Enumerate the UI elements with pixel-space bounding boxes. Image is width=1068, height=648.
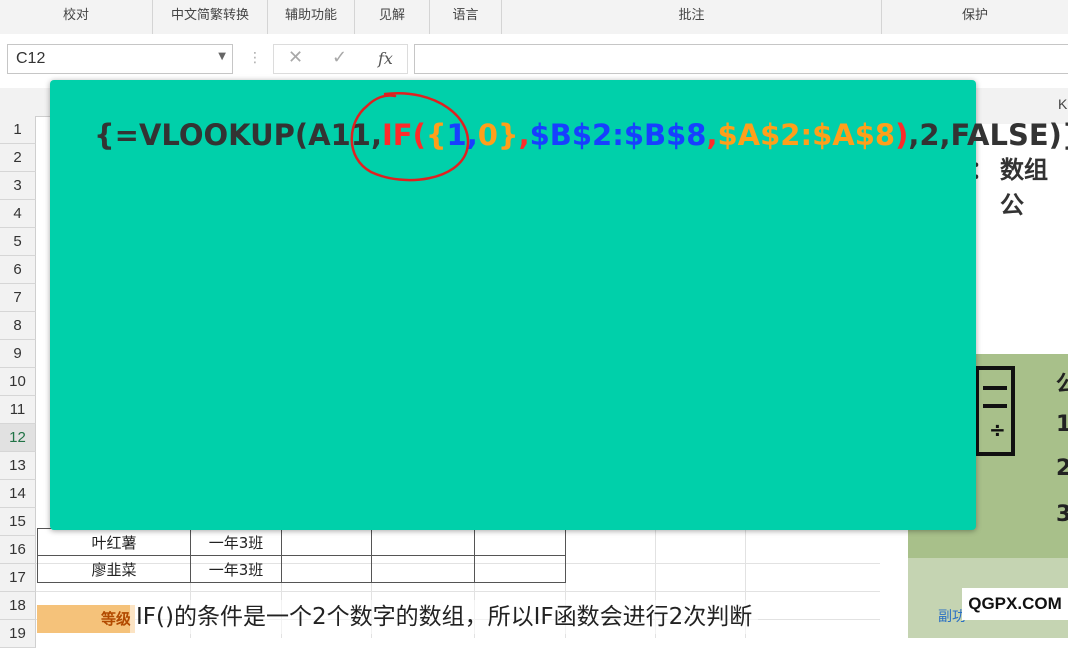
note-list-number: 3 bbox=[1056, 502, 1068, 527]
array-formula-text: {=VLOOKUP(A11,IF({1,0},$B$2:$B$8,$A$2:$A… bbox=[94, 118, 1068, 152]
ribbon-group-bar: 校对 中文简繁转换 辅助功能 见解 语言 批注 保护 bbox=[0, 0, 1068, 35]
cell-empty[interactable] bbox=[474, 528, 566, 556]
cell-class-r17[interactable]: 一年3班 bbox=[190, 555, 282, 583]
row-header-10[interactable]: 10 bbox=[0, 368, 36, 396]
note-list-number: 1 bbox=[1056, 412, 1068, 437]
formula-explanation-card: {=VLOOKUP(A11,IF({1,0},$B$2:$B$8,$A$2:$A… bbox=[50, 80, 1068, 530]
cell-empty[interactable] bbox=[281, 555, 372, 583]
row-header-7[interactable]: 7 bbox=[0, 284, 36, 312]
formula-part: $A$2:$A$8 bbox=[717, 118, 896, 152]
calculator-icon: ÷ bbox=[975, 366, 1015, 456]
formula-part: } bbox=[497, 118, 519, 152]
row-header-13[interactable]: 13 bbox=[0, 452, 36, 480]
cell-empty[interactable] bbox=[371, 555, 475, 583]
row-header-14[interactable]: 14 bbox=[0, 480, 36, 508]
enter-icon[interactable]: ✓ bbox=[332, 47, 347, 68]
cell-name-r16[interactable]: 叶红薯 bbox=[37, 528, 191, 556]
insert-function-icon[interactable]: fx bbox=[378, 49, 393, 68]
formula-part: IF( bbox=[381, 118, 426, 152]
formula-part: 0 bbox=[477, 118, 498, 152]
note-panel-heading: 公 bbox=[1056, 372, 1068, 397]
ribbon-group-chinese-conversion[interactable]: 中文简繁转换 bbox=[153, 0, 268, 34]
cell-class-r16[interactable]: 一年3班 bbox=[190, 528, 282, 556]
ribbon-group-insights[interactable]: 见解 bbox=[355, 0, 430, 34]
row-header-5[interactable]: 5 bbox=[0, 228, 36, 256]
row-header-16[interactable]: 16 bbox=[0, 536, 36, 564]
video-subtitle: IF()的条件是一个2个数字的数组，所以IF函数会进行2次判断 bbox=[130, 600, 759, 634]
cell-empty[interactable] bbox=[281, 528, 372, 556]
formula-part: , bbox=[706, 118, 718, 152]
ribbon-group-language[interactable]: 语言 bbox=[430, 0, 502, 34]
row-header-9[interactable]: 9 bbox=[0, 340, 36, 368]
cell-name-r17[interactable]: 廖韭菜 bbox=[37, 555, 191, 583]
row-header-8[interactable]: 8 bbox=[0, 312, 36, 340]
formula-part: ,2,FALSE)} bbox=[908, 118, 1068, 152]
row-header-6[interactable]: 6 bbox=[0, 256, 36, 284]
row-header-18[interactable]: 18 bbox=[0, 592, 36, 620]
formula-part: ) bbox=[895, 118, 909, 152]
cell-empty[interactable] bbox=[371, 528, 475, 556]
row-header-15[interactable]: 15 bbox=[0, 508, 36, 536]
row-header-19[interactable]: 19 bbox=[0, 620, 36, 648]
row-header-17[interactable]: 17 bbox=[0, 564, 36, 592]
formula-input[interactable] bbox=[414, 44, 1068, 74]
row-header-3[interactable]: 3 bbox=[0, 172, 36, 200]
formula-part: {=VLOOKUP(A11, bbox=[94, 118, 382, 152]
row-header-11[interactable]: 11 bbox=[0, 396, 36, 424]
row-header-2[interactable]: 2 bbox=[0, 144, 36, 172]
cell-grade-header[interactable]: 等级 bbox=[37, 605, 135, 633]
note-list-number: 2 bbox=[1056, 456, 1068, 481]
name-box[interactable]: C12 ▼ bbox=[7, 44, 233, 74]
row-header-4[interactable]: 4 bbox=[0, 200, 36, 228]
formula-part: , bbox=[518, 118, 530, 152]
chevron-down-icon[interactable]: ▼ bbox=[218, 51, 226, 62]
ribbon-group-protect[interactable]: 保护 bbox=[882, 0, 1068, 34]
site-watermark: QGPX.COM bbox=[962, 588, 1068, 620]
row-header-12[interactable]: 12 bbox=[0, 424, 36, 452]
gridline bbox=[36, 591, 880, 592]
name-box-value: C12 bbox=[16, 50, 46, 67]
drag-handle-icon[interactable]: ⋮ bbox=[248, 50, 262, 66]
ribbon-group-comments[interactable]: 批注 bbox=[502, 0, 882, 34]
formula-part: $B$2:$B$8 bbox=[529, 118, 707, 152]
ribbon-group-accessibility[interactable]: 辅助功能 bbox=[268, 0, 355, 34]
column-header-k[interactable]: K bbox=[1058, 96, 1067, 112]
formula-buttons: ✕ ✓ fx bbox=[273, 44, 408, 74]
cell-empty[interactable] bbox=[474, 555, 566, 583]
ribbon-group-proofing[interactable]: 校对 bbox=[0, 0, 153, 34]
formula-part: , bbox=[466, 118, 478, 152]
formula-part: 1 bbox=[446, 118, 467, 152]
formula-part: { bbox=[425, 118, 447, 152]
cancel-icon[interactable]: ✕ bbox=[288, 47, 303, 68]
row-header-1[interactable]: 1 bbox=[0, 116, 36, 144]
note-panel-title: 数组公 bbox=[1000, 156, 1048, 219]
